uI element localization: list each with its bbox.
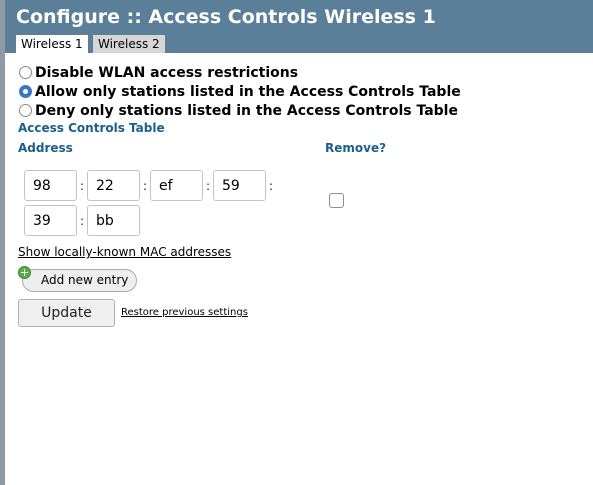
mac-octet-6[interactable] <box>87 205 140 236</box>
left-frame-edge <box>0 0 5 485</box>
mac-octet-4[interactable] <box>213 170 266 201</box>
mac-octet-5[interactable] <box>24 205 77 236</box>
mac-octet-2[interactable] <box>87 170 140 201</box>
remove-entry-checkbox[interactable] <box>329 193 344 208</box>
octet-separator: : <box>80 179 85 193</box>
address-column-header: Address <box>18 141 73 155</box>
restore-previous-settings-link[interactable]: Restore previous settings <box>121 307 248 318</box>
radio-disable-restrictions[interactable] <box>19 66 32 79</box>
show-local-mac-link[interactable]: Show locally-known MAC addresses <box>18 245 231 259</box>
add-plus-icon[interactable] <box>18 266 31 279</box>
add-new-entry-button[interactable]: Add new entry <box>22 269 137 292</box>
tab-wireless-2[interactable]: Wireless 2 <box>93 35 165 53</box>
octet-separator: : <box>269 179 274 193</box>
option-label: Disable WLAN access restrictions <box>35 64 299 81</box>
mac-octet-3[interactable] <box>150 170 203 201</box>
page-header: Configure :: Access Controls Wireless 1 … <box>5 0 593 53</box>
radio-allow-listed[interactable] <box>19 85 32 98</box>
remove-column-header: Remove? <box>325 141 387 155</box>
update-button[interactable]: Update <box>18 299 115 327</box>
add-entry-label: Add new entry <box>41 273 129 287</box>
option-label: Deny only stations listed in the Access … <box>35 102 458 119</box>
option-label: Allow only stations listed in the Access… <box>35 83 461 100</box>
mac-octet-1[interactable] <box>24 170 77 201</box>
access-controls-table-title: Access Controls Table <box>18 121 165 135</box>
octet-separator: : <box>80 214 85 228</box>
option-allow-listed[interactable]: Allow only stations listed in the Access… <box>19 82 461 101</box>
option-disable-restrictions[interactable]: Disable WLAN access restrictions <box>19 63 298 82</box>
octet-separator: : <box>143 179 148 193</box>
radio-deny-listed[interactable] <box>19 104 32 117</box>
page-title: Configure :: Access Controls Wireless 1 <box>16 6 436 28</box>
tab-wireless-1[interactable]: Wireless 1 <box>16 35 88 53</box>
octet-separator: : <box>206 179 211 193</box>
option-deny-listed[interactable]: Deny only stations listed in the Access … <box>19 101 458 120</box>
